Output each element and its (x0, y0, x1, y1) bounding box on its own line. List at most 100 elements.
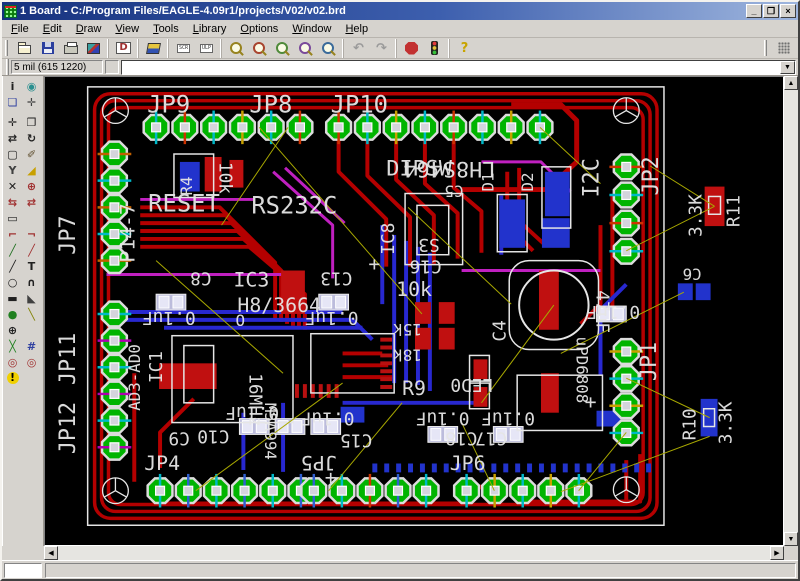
status-message (45, 563, 796, 578)
scroll-up-icon[interactable]: ▲ (784, 76, 798, 90)
split-tool[interactable]: Y (3, 162, 22, 178)
restore-button[interactable]: ❐ (763, 4, 779, 18)
delete-tool[interactable]: ✕ (3, 178, 22, 194)
scroll-left-icon[interactable]: ◀ (44, 546, 58, 560)
vscroll-track[interactable] (784, 90, 798, 532)
copy-tool[interactable]: ❐ (22, 114, 41, 130)
zoom-redraw-button[interactable] (317, 39, 340, 58)
go-button[interactable] (423, 39, 446, 58)
pinswap-tool[interactable]: ⇆ (3, 194, 22, 210)
run-script-button[interactable]: SCR (172, 39, 195, 58)
erc-tool[interactable]: ◎ (3, 354, 22, 370)
cursor-position: 5 mil (615 1220) (11, 60, 103, 74)
vertical-scrollbar[interactable]: ▲ ▼ (784, 76, 798, 546)
cam-processor-button[interactable] (82, 39, 105, 58)
hole-tool[interactable]: ⊕ (3, 322, 22, 338)
show-tool[interactable]: ◉ (22, 78, 41, 94)
arc-tool[interactable]: ∩ (22, 274, 41, 290)
group-tool[interactable]: ▢ (3, 146, 22, 162)
coordbar-grip[interactable] (6, 59, 9, 75)
svg-text:LED0: LED0 (450, 374, 493, 395)
menu-file[interactable]: File (4, 21, 36, 37)
zoom-select-icon (298, 41, 313, 56)
command-input[interactable]: ▼ (121, 60, 796, 75)
grid-toolbar-grip[interactable] (764, 40, 767, 56)
undo-button[interactable]: ↶ (347, 39, 370, 58)
menu-bar: FileEditDrawViewToolsLibraryOptionsWindo… (2, 20, 798, 38)
pcb-canvas[interactable]: JP9JP8JP10RESETRS232CDIPSWLH8S464I2CJP2J… (44, 76, 784, 546)
menu-library[interactable]: Library (186, 21, 234, 37)
ripup-icon: ╱ (28, 245, 35, 256)
zoom-out-button[interactable] (271, 39, 294, 58)
menu-view[interactable]: View (108, 21, 146, 37)
text-tool[interactable]: T (22, 258, 41, 274)
svg-text:I2C: I2C (579, 158, 604, 197)
pinswap-icon: ⇆ (8, 197, 17, 208)
minimize-button[interactable]: _ (746, 4, 762, 18)
rect-tool[interactable]: ▬ (3, 290, 22, 306)
svg-text:18k: 18k (393, 346, 422, 365)
svg-text:0.1uF: 0.1uF (481, 408, 535, 429)
mirror-tool[interactable]: ⇄ (3, 130, 22, 146)
print-button[interactable] (59, 39, 82, 58)
menu-help[interactable]: Help (338, 21, 375, 37)
menu-options[interactable]: Options (233, 21, 285, 37)
optimize-tool[interactable]: ⌐ (3, 226, 22, 242)
redo-button[interactable]: ↷ (370, 39, 393, 58)
svg-text:0.1uF: 0.1uF (416, 408, 470, 429)
polygon-tool[interactable]: ◣ (22, 290, 41, 306)
ratsnest-tool[interactable]: ╳ (3, 338, 22, 354)
switch-editor-icon: D (116, 42, 130, 54)
menu-tools[interactable]: Tools (146, 21, 186, 37)
svg-text:+: + (585, 391, 597, 414)
zoom-select-button[interactable] (294, 39, 317, 58)
save-button[interactable] (36, 39, 59, 58)
switch-editor-button[interactable]: D (112, 39, 135, 58)
library-icon (146, 43, 161, 54)
replace-tool[interactable]: ⇄ (22, 194, 41, 210)
zoom-redraw-icon (321, 41, 336, 56)
smash-tool[interactable]: ▭ (3, 210, 22, 226)
display-icon: ❏ (8, 97, 18, 108)
title-bar[interactable]: 1 Board - C:/Program Files/EAGLE-4.09r1/… (2, 2, 798, 20)
polygon-icon: ◣ (27, 293, 35, 304)
zoom-in-button[interactable] (248, 39, 271, 58)
library-button[interactable] (142, 39, 165, 58)
circle-tool[interactable]: ○ (3, 274, 22, 290)
via-tool[interactable]: ● (3, 306, 22, 322)
horizontal-scrollbar[interactable]: ◀ ▶ (44, 546, 784, 560)
move-tool[interactable]: ✛ (3, 114, 22, 130)
add-tool[interactable]: ⊕ (22, 178, 41, 194)
ripup-tool[interactable]: ╱ (22, 242, 41, 258)
stop-button[interactable] (400, 39, 423, 58)
errors-tool[interactable]: ! (3, 370, 22, 386)
display-tool[interactable]: ❏ (3, 94, 22, 110)
help-button[interactable]: ? (453, 39, 476, 58)
wire-tool[interactable]: ╱ (3, 258, 22, 274)
menu-window[interactable]: Window (285, 21, 338, 37)
grid-dots-button[interactable] (772, 39, 795, 58)
run-ulp-button[interactable]: ULP (195, 39, 218, 58)
open-button[interactable] (13, 39, 36, 58)
signal-tool[interactable]: ╲ (22, 306, 41, 322)
auto-tool[interactable]: # (22, 338, 41, 354)
miter-tool[interactable]: ◢ (22, 162, 41, 178)
scroll-right-icon[interactable]: ▶ (770, 546, 784, 560)
command-dropdown-icon[interactable]: ▼ (780, 61, 795, 74)
menu-draw[interactable]: Draw (69, 21, 109, 37)
route-tool[interactable]: ╱ (3, 242, 22, 258)
svg-text:C5: C5 (444, 182, 463, 201)
close-button[interactable]: × (780, 4, 796, 18)
zoom-fit-button[interactable] (225, 39, 248, 58)
menu-edit[interactable]: Edit (36, 21, 69, 37)
meander-tool[interactable]: ¬ (22, 226, 41, 242)
mark-tool[interactable]: ✛ (22, 94, 41, 110)
mirror-icon: ⇄ (8, 133, 17, 144)
hscroll-track[interactable] (58, 546, 770, 560)
drc-tool[interactable]: ◎ (22, 354, 41, 370)
info-tool[interactable]: i (3, 78, 22, 94)
toolbar-grip[interactable] (5, 40, 8, 56)
change-tool[interactable]: ✐ (22, 146, 41, 162)
rotate-tool[interactable]: ↻ (22, 130, 41, 146)
scroll-down-icon[interactable]: ▼ (784, 532, 798, 546)
